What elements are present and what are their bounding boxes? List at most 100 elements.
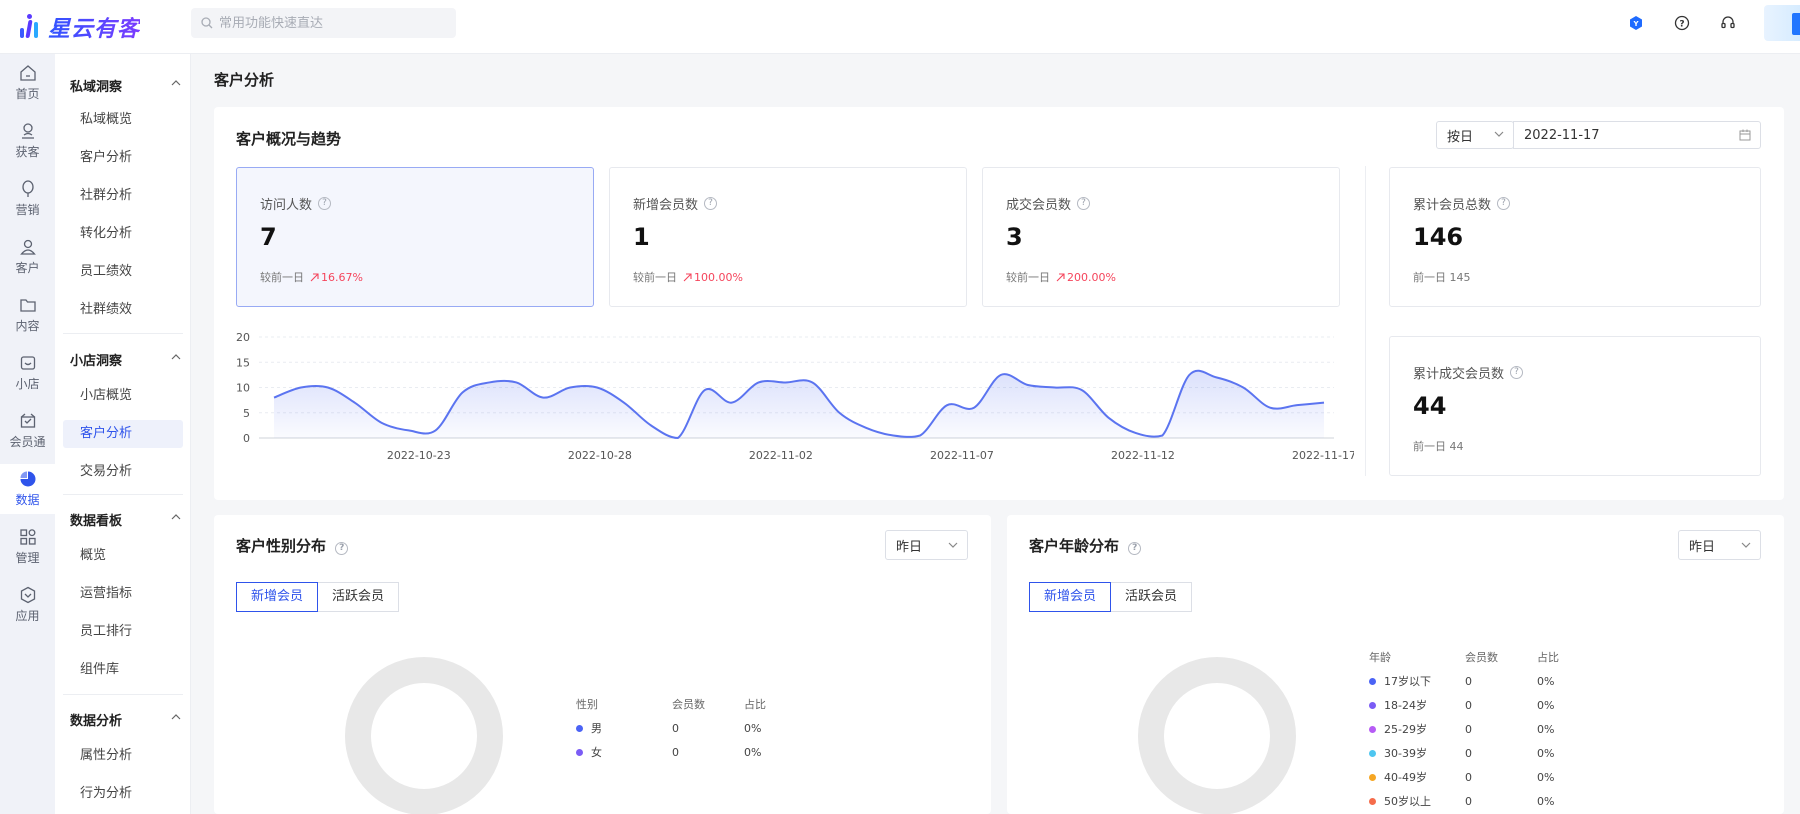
question-icon[interactable]: ? [1128,542,1142,555]
stat-card-new-members[interactable]: 新增会员数? 1 较前一日 100.00% [609,167,967,307]
help-icon[interactable]: ? [1672,13,1692,33]
age-card: 客户年龄分布 ? 昨日 新增会员 活跃会员 年龄 会员数 占比 17岁以下 0 … [1007,515,1784,814]
question-icon[interactable]: ? [318,197,332,210]
menu-item-community[interactable]: 社群分析 [63,182,183,210]
stat-card-deal-members[interactable]: 成交会员数? 3 较前一日 200.00% [982,167,1340,307]
home-icon [19,65,36,81]
stat-change: 200.00% [1067,270,1116,284]
rail-label: 数据 [15,493,40,507]
menu-item-ops-metrics[interactable]: 运营指标 [63,580,183,608]
question-icon[interactable]: ? [704,197,718,210]
menu-group-private[interactable]: 私域洞察 [70,76,185,95]
rail-item-content[interactable]: 内容 [0,290,55,340]
x-tick-label: 2022-10-23 [387,449,451,462]
trend-up-icon [683,272,692,281]
overview-card: 客户概况与趋势 按日 2022-11-17 访问人数? 7 较前一日 16.67… [214,107,1784,500]
legend-label: 17岁以下 [1384,675,1431,688]
menu-item-trade[interactable]: 交易分析 [63,458,183,486]
period-select[interactable]: 按日 [1436,121,1514,149]
logo-mark-icon [18,14,42,40]
question-icon[interactable]: ? [1510,366,1524,379]
age-period-select[interactable]: 昨日 [1678,530,1761,560]
menu-item-widgets[interactable]: 组件库 [63,656,183,684]
legend-dot [576,749,583,756]
menu-item-behavior-analysis[interactable]: 行为分析 [63,780,183,808]
question-icon[interactable]: ? [335,542,349,555]
brand-cube-icon[interactable]: Y [1626,13,1646,33]
menu-divider [63,333,183,334]
rail-item-home[interactable]: 首页 [0,58,55,108]
chevron-up-icon [171,714,181,720]
question-icon[interactable]: ? [1077,197,1091,210]
rail-item-customer[interactable]: 客户 [0,232,55,282]
tab-active-members[interactable]: 活跃会员 [318,582,400,612]
menu-item-shop-customer[interactable]: 客户分析 [63,420,183,448]
menu-item-staff-perf[interactable]: 员工绩效 [63,258,183,286]
x-tick-label: 2022-10-28 [568,449,632,462]
headset-icon[interactable] [1718,13,1738,33]
y-tick-label: 15 [236,356,250,369]
tab-active-members[interactable]: 活跃会员 [1111,582,1193,612]
rail-item-marketing[interactable]: 营销 [0,174,55,224]
stat-value: 1 [633,223,650,251]
chevron-up-icon [171,80,181,86]
legend-ratio: 0% [744,746,762,759]
rail-item-manage[interactable]: 管理 [0,522,55,572]
rail-item-shop[interactable]: 小店 [0,348,55,398]
x-tick-label: 2022-11-07 [930,449,994,462]
legend-dot [1369,750,1376,757]
rail-item-member[interactable]: 会员通 [0,406,55,456]
search-input[interactable] [219,15,439,31]
menu-item-overview[interactable]: 概览 [63,542,183,570]
rail-label: 客户 [15,261,40,275]
rail-label: 首页 [15,87,40,101]
legend-ratio: 0% [744,722,762,735]
balloon-icon [21,180,34,197]
rail-item-data[interactable]: 数据 [0,464,55,514]
menu-item-shop-overview[interactable]: 小店概览 [63,382,183,410]
logo-text: 星云有客 [48,11,140,43]
menu-group-dashboard[interactable]: 数据看板 [70,510,185,529]
menu-divider [63,494,183,495]
folder-icon [19,299,36,312]
stat-card-visitors[interactable]: 访问人数? 7 较前一日 16.67% [236,167,594,307]
legend-count: 0 [1465,699,1472,712]
legend-ratio: 0% [1537,699,1555,712]
stat-value: 7 [260,223,277,251]
rail-item-apps[interactable]: 应用 [0,580,55,630]
stat-card-total-deal-members: 累计成交会员数? 44 前一日 44 [1389,336,1761,476]
period-select-value: 按日 [1447,129,1474,145]
x-tick-label: 2022-11-12 [1111,449,1175,462]
tab-new-members[interactable]: 新增会员 [236,582,319,612]
menu-group-shop[interactable]: 小店洞察 [70,350,185,369]
legend-label: 女 [591,746,602,759]
question-icon[interactable]: ? [1497,197,1511,210]
menu-item-community-perf[interactable]: 社群绩效 [63,296,183,324]
stat-prev: 前一日 44 [1413,440,1464,453]
app-logo[interactable]: 星云有客 [18,11,140,43]
gender-period-select[interactable]: 昨日 [885,530,968,560]
legend-count: 0 [672,722,679,735]
icon-rail: 首页 获客 营销 客户 内容 小店 会员通 数据 管理 应用 [0,54,55,814]
user-icon [19,239,36,255]
date-picker[interactable]: 2022-11-17 [1513,121,1761,149]
y-tick-label: 0 [243,432,250,445]
menu-item-conversion[interactable]: 转化分析 [63,220,183,248]
chevron-up-icon [171,514,181,520]
user-avatar[interactable] [1764,5,1800,41]
menu-item-private-overview[interactable]: 私域概览 [63,106,183,134]
rail-label: 营销 [15,203,40,217]
menu-item-private-customer[interactable]: 客户分析 [63,144,183,172]
search-icon [201,17,213,29]
tab-new-members[interactable]: 新增会员 [1029,582,1112,612]
chevron-down-icon [1494,131,1504,137]
menu-item-attr-analysis[interactable]: 属性分析 [63,742,183,770]
legend-label: 25-29岁 [1384,723,1427,736]
menu-item-staff-rank[interactable]: 员工排行 [63,618,183,646]
age-title-text: 客户年龄分布 [1029,537,1120,555]
global-search[interactable] [191,8,456,38]
rail-item-acquire[interactable]: 获客 [0,116,55,166]
legend-header-ratio: 占比 [744,698,766,711]
legend-header-count: 会员数 [1465,651,1498,664]
menu-group-analysis[interactable]: 数据分析 [70,710,185,729]
